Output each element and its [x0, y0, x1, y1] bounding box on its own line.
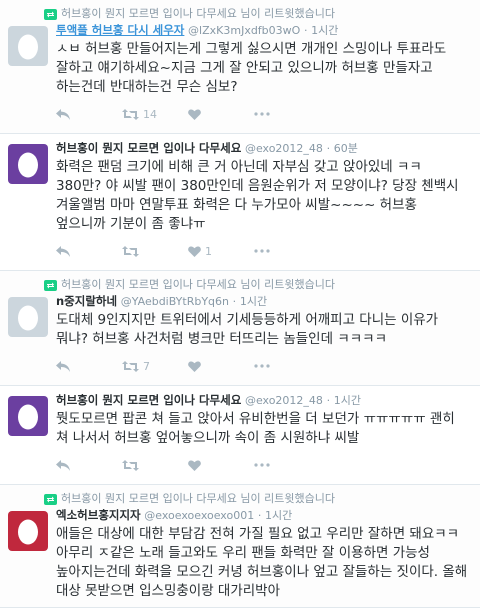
retweet-indicator-icon: [44, 279, 57, 291]
tweet-header: 투액플 허브홍 다시 세우자 @lZxK3mJxdfb03wO · 1시간: [56, 22, 468, 39]
tweet-actions: [56, 452, 468, 478]
tweet-item[interactable]: 허브홍이 뭔지 모르면 입이나 다무세요 님이 리트윗했습니다 엑소허브홍지지자…: [0, 485, 480, 608]
author-handle[interactable]: @exo2012_48: [245, 142, 323, 155]
retweet-icon: [122, 360, 139, 372]
tweet-item[interactable]: 허브홍이 뭔지 모르면 입이나 다무세요 님이 리트윗했습니다 n중지랄하네 @…: [0, 271, 480, 386]
like-button[interactable]: [188, 459, 254, 471]
author-name[interactable]: 엑소허브홍지지자: [56, 508, 141, 522]
reply-icon: [56, 360, 70, 372]
author-name[interactable]: 허브홍이 뭔지 모르면 입이나 다무세요: [56, 393, 241, 407]
tweet-header: 허브홍이 뭔지 모르면 입이나 다무세요 @exo2012_48 · 60분: [56, 140, 468, 157]
retweet-context-label[interactable]: 허브홍이 뭔지 모르면 입이나 다무세요 님이 리트윗했습니다: [61, 277, 335, 293]
separator-dot: ·: [303, 24, 308, 37]
author-handle[interactable]: @lZxK3mJxdfb03wO: [188, 24, 300, 37]
more-button[interactable]: [254, 364, 320, 368]
heart-icon: [188, 459, 201, 471]
tweet-header: 허브홍이 뭔지 모르면 입이나 다무세요 @exo2012_48 · 1시간: [56, 392, 468, 409]
retweet-icon: [122, 459, 139, 471]
reply-button[interactable]: [56, 360, 122, 372]
like-button[interactable]: [188, 108, 254, 120]
retweet-button[interactable]: [122, 245, 188, 257]
retweet-button[interactable]: 7: [122, 360, 188, 373]
retweet-count: 7: [143, 359, 150, 373]
tweet-item[interactable]: 허브홍이 뭔지 모르면 입이나 다무세요 @exo2012_48 · 60분 화…: [0, 134, 480, 271]
tweet-text: 도대체 9인지지만 트위터에서 기세등등하게 어깨피고 다니는 이유가 뭐냐? …: [56, 312, 439, 347]
retweet-indicator-icon: [44, 493, 57, 505]
tweet-actions: 7: [56, 353, 468, 379]
tweet-header: n중지랄하네 @YAebdiBYtRbYq6n · 1시간: [56, 293, 468, 310]
tweet-header: 엑소허브홍지지자 @exoexoexoexo001 · 1시간: [56, 507, 468, 524]
reply-icon: [56, 245, 70, 257]
retweet-button[interactable]: 14: [122, 108, 188, 121]
more-dots-icon: [254, 112, 270, 116]
retweet-context-label[interactable]: 허브홍이 뭔지 모르면 입이나 다무세요 님이 리트윗했습니다: [61, 491, 335, 507]
tweet-feed: 허브홍이 뭔지 모르면 입이나 다무세요 님이 리트윗했습니다 투액플 허브홍 …: [0, 0, 480, 608]
reply-button[interactable]: [56, 459, 122, 471]
author-handle[interactable]: @exoexoexoexo001: [144, 509, 254, 522]
retweet-context: 허브홍이 뭔지 모르면 입이나 다무세요 님이 리트윗했습니다: [44, 491, 468, 507]
more-dots-icon: [254, 364, 270, 368]
tweet-text: ㅅㅂ 허브홍 만들어지는게 그렇게 싫으시면 개개인 스밍이나 투표라도 잘하고…: [56, 41, 447, 95]
retweet-icon: [122, 108, 139, 120]
retweet-button[interactable]: [122, 459, 188, 471]
tweet-timestamp[interactable]: 1시간: [240, 295, 267, 308]
author-name[interactable]: n중지랄하네: [56, 294, 117, 308]
retweet-icon: [122, 245, 139, 257]
reply-button[interactable]: [56, 245, 122, 257]
author-name[interactable]: 허브홍이 뭔지 모르면 입이나 다무세요: [56, 141, 241, 155]
tweet-actions: 1: [56, 238, 468, 264]
heart-icon: [188, 360, 201, 372]
tweet-timestamp[interactable]: 1시간: [311, 24, 338, 37]
reply-icon: [56, 459, 70, 471]
heart-icon: [188, 108, 201, 120]
like-button[interactable]: 1: [188, 245, 254, 258]
retweet-count: 14: [143, 107, 157, 121]
reply-button[interactable]: [56, 108, 122, 120]
separator-dot: ·: [326, 394, 331, 407]
separator-dot: ·: [232, 295, 237, 308]
tweet-timestamp[interactable]: 1시간: [265, 509, 292, 522]
tweet-actions: 14: [56, 101, 468, 127]
retweet-indicator-icon: [44, 8, 57, 20]
retweet-context: 허브홍이 뭔지 모르면 입이나 다무세요 님이 리트윗했습니다: [44, 6, 468, 22]
retweet-context: 허브홍이 뭔지 모르면 입이나 다무세요 님이 리트윗했습니다: [44, 277, 468, 293]
tweet-text: 화력은 팬덤 크기에 비해 큰 거 아닌데 자부심 갖고 앉아있네 ㅋㅋ 380…: [56, 159, 459, 232]
author-name[interactable]: 투액플 허브홍 다시 세우자: [56, 23, 184, 37]
tweet-text: 애들은 대상에 대한 부담감 전혀 가질 필요 없고 우리만 잘하면 돼요ㅋㅋ …: [56, 526, 468, 599]
more-dots-icon: [254, 463, 270, 467]
tweet-item[interactable]: 허브홍이 뭔지 모르면 입이나 다무세요 @exo2012_48 · 1시간 뭣…: [0, 386, 480, 485]
avatar[interactable]: [8, 26, 48, 66]
like-button[interactable]: [188, 360, 254, 372]
retweet-context-label[interactable]: 허브홍이 뭔지 모르면 입이나 다무세요 님이 리트윗했습니다: [61, 6, 335, 22]
avatar[interactable]: [8, 144, 48, 184]
author-handle[interactable]: @YAebdiBYtRbYq6n: [121, 295, 229, 308]
tweet-item[interactable]: 허브홍이 뭔지 모르면 입이나 다무세요 님이 리트윗했습니다 투액플 허브홍 …: [0, 0, 480, 134]
avatar[interactable]: [8, 511, 48, 551]
separator-dot: ·: [257, 509, 262, 522]
avatar[interactable]: [8, 297, 48, 337]
heart-icon: [188, 245, 201, 257]
tweet-timestamp[interactable]: 1시간: [334, 394, 361, 407]
like-count: 1: [205, 244, 212, 258]
tweet-timestamp[interactable]: 60분: [334, 142, 358, 155]
tweet-text: 뭣도모르면 팝콘 쳐 들고 앉아서 유비한번을 더 보던가 ㅠㅠㅠㅠㅠ 괜히 쳐…: [56, 411, 455, 446]
avatar[interactable]: [8, 396, 48, 436]
more-button[interactable]: [254, 463, 320, 467]
author-handle[interactable]: @exo2012_48: [245, 394, 323, 407]
separator-dot: ·: [326, 142, 331, 155]
reply-icon: [56, 108, 70, 120]
more-button[interactable]: [254, 112, 320, 116]
more-button[interactable]: [254, 249, 320, 253]
more-dots-icon: [254, 249, 270, 253]
